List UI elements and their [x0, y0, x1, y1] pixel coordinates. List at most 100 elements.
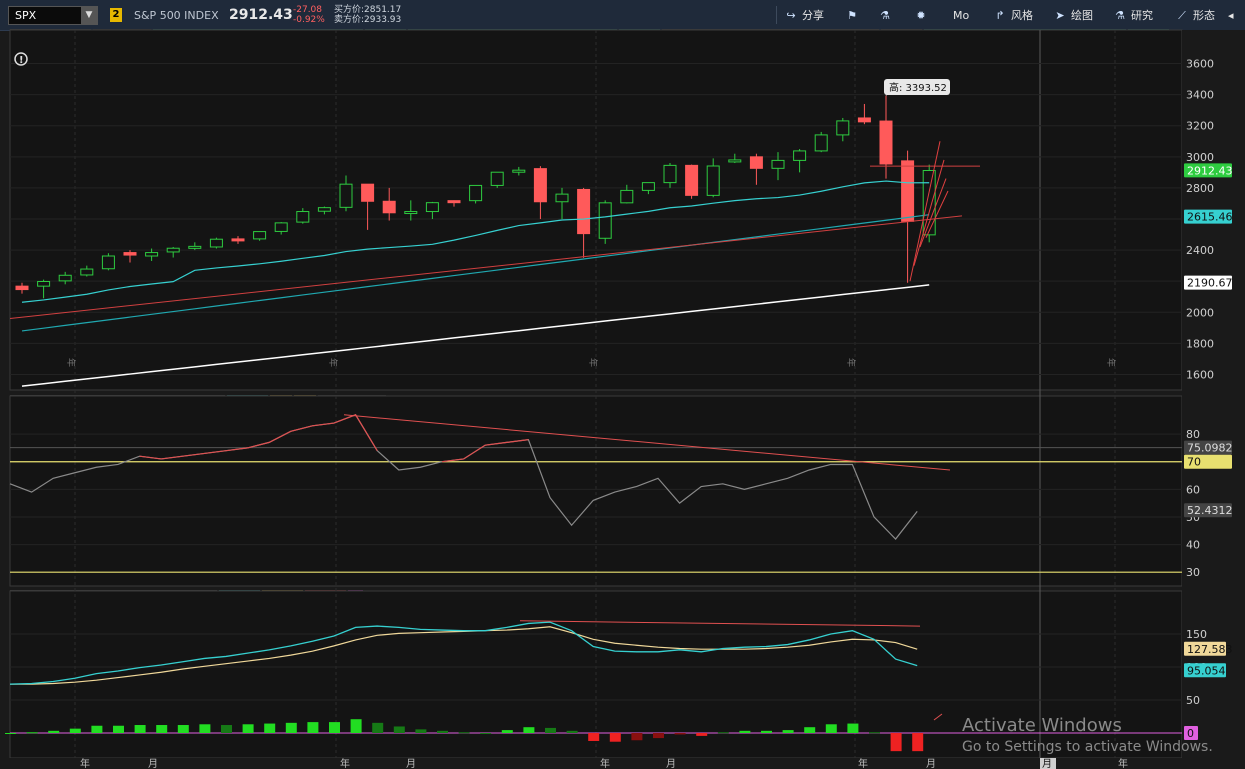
macd-histogram-bar	[199, 724, 211, 733]
macd-tag	[1184, 726, 1198, 740]
chevron-down-icon[interactable]: ▼	[81, 7, 97, 24]
study-label[interactable]: SimpleMovingAvg (CLOSE, 50, 0, no)	[407, 29, 618, 46]
study-label[interactable]: 不适用	[261, 590, 303, 607]
macd-histogram-bar	[285, 722, 297, 733]
macd-histogram-bar	[113, 725, 124, 733]
trend-line	[9, 215, 963, 319]
macd-histogram-bar	[588, 733, 600, 741]
macd-histogram-bar	[48, 730, 60, 733]
candle-body	[123, 252, 137, 256]
rsi-tick-label: 80	[1186, 428, 1200, 441]
candle-body	[555, 193, 569, 203]
price-tag-text: 2190.67	[1187, 277, 1233, 290]
rsi-tick-label: 40	[1186, 539, 1200, 552]
candle-body	[836, 120, 850, 136]
study-label[interactable]: 不适用	[619, 29, 661, 46]
settings-button[interactable]: ✹	[914, 6, 932, 26]
price-tick-label: 2000	[1186, 306, 1214, 319]
macd-histogram-bar	[69, 728, 81, 733]
macd-histogram-bar	[480, 733, 492, 734]
price-tag	[1184, 163, 1232, 178]
study-label[interactable]: 30	[269, 395, 292, 412]
time-axis-label: 月	[406, 758, 416, 769]
study-label[interactable]: 不适用	[226, 395, 268, 412]
candle-body	[145, 252, 159, 257]
study-label[interactable]: 不适用	[1128, 29, 1170, 46]
study-label[interactable]: 不适用	[880, 29, 922, 46]
time-axis-label: 年	[80, 757, 90, 769]
candle-body	[231, 238, 245, 242]
flag-button[interactable]: ⚑	[845, 6, 863, 26]
study-label[interactable]: 0	[347, 590, 363, 607]
drawing-button[interactable]: ➤ 绘图	[1053, 6, 1093, 26]
macd-histogram-bar	[912, 733, 924, 752]
study-label[interactable]: SimpleMovingAvg (CLOSE, 5, 0, no)	[923, 29, 1127, 46]
fan-line	[913, 159, 945, 266]
study-label[interactable]: 年:75.0982	[317, 395, 387, 412]
studies-button[interactable]: ⚗ 研究	[1113, 6, 1153, 26]
collapse-button[interactable]: ◂	[1228, 6, 1234, 26]
price-tag-text: 2615.46	[1187, 211, 1233, 224]
candle-body	[469, 184, 483, 202]
patterns-button[interactable]: ⟋ 形态	[1175, 6, 1215, 26]
symbol-text[interactable]: SPX	[15, 9, 36, 22]
study-label[interactable]: SimpleMovingAvg (CLOSE, 100, 0, no)	[662, 29, 879, 46]
macd-tick-label: 100	[1186, 661, 1207, 674]
price-change: -27.08 -0.92%	[293, 5, 325, 25]
macd-histogram-bar	[350, 719, 362, 733]
index-name: S&P 500 INDEX	[134, 9, 219, 22]
pattern-icon: ⟋	[1178, 9, 1186, 22]
time-axis-label: 年	[1118, 757, 1128, 769]
study-label[interactable]: 70	[293, 395, 316, 412]
year-mark: 年	[327, 358, 339, 367]
chart-canvas[interactable]: 高: 3393.52!年年年年年 36003400320030002800260…	[0, 0, 1245, 769]
macd-histogram-bar	[264, 723, 276, 733]
macd-histogram-bar	[717, 732, 729, 734]
cursor-icon: ➤	[1055, 9, 1065, 22]
price-tick-label: 3200	[1186, 120, 1214, 133]
fan-line	[909, 141, 941, 282]
study-label[interactable]: 不适用	[304, 590, 346, 607]
macd-histogram-bar	[393, 726, 405, 733]
macd-histogram-bar	[782, 730, 794, 733]
link-group-badge[interactable]: 2	[110, 8, 122, 22]
study-label[interactable]: 日:9/1/20	[93, 29, 152, 46]
price-pane	[9, 29, 1183, 391]
study-label[interactable]: MACD (12, 26, 9, EXPONENTIAL, no)	[10, 590, 217, 607]
ask-price: 卖方价:2933.93	[334, 15, 402, 25]
study-label[interactable]: 不适用	[364, 29, 406, 46]
macd-histogram-bar	[156, 725, 168, 733]
candle-body	[749, 156, 763, 169]
candle-body	[339, 183, 353, 208]
candle-body	[685, 164, 699, 196]
candle-body	[663, 164, 677, 184]
macd-histogram-bar	[545, 727, 556, 733]
study-label[interactable]: 不适用	[218, 590, 260, 607]
price-tick-label: 1600	[1186, 368, 1214, 381]
price-tick-label: 2400	[1186, 244, 1214, 257]
candle-body	[80, 268, 94, 276]
experiment-button[interactable]: ⚗	[878, 6, 896, 26]
rsi-tag-text: 52.4312	[1187, 504, 1233, 517]
candle-body	[706, 165, 720, 196]
style-button[interactable]: ↱ 风格	[993, 6, 1033, 26]
symbol-selector[interactable]: SPX ▼	[8, 6, 98, 25]
macd-histogram-bar	[501, 730, 513, 733]
macd-histogram-bar	[804, 727, 816, 733]
macd-trend-line	[519, 620, 921, 627]
share-button[interactable]: ↪ 分享	[784, 6, 824, 26]
candle-body	[728, 159, 742, 163]
year-mark: 年	[587, 358, 599, 367]
candle-body	[771, 159, 785, 169]
study-label[interactable]: SimpleMovingAvg (CLOSE, 20, 0, no)	[153, 29, 363, 46]
candle-body	[361, 183, 375, 202]
macd-tag-text: 127.583	[1187, 643, 1233, 656]
study-label[interactable]: SPX 10 年 月	[10, 29, 92, 46]
study-label[interactable]: RSI (14, 70, 30, CLOSE, WILDERS, no)	[10, 395, 225, 412]
time-axis-label: 月	[148, 758, 158, 769]
period-button[interactable]: Mo	[953, 6, 969, 26]
candle-body	[209, 238, 223, 248]
candle-body	[382, 200, 396, 214]
macd-histogram-bar	[739, 730, 751, 733]
macd-histogram-bar	[415, 729, 427, 733]
